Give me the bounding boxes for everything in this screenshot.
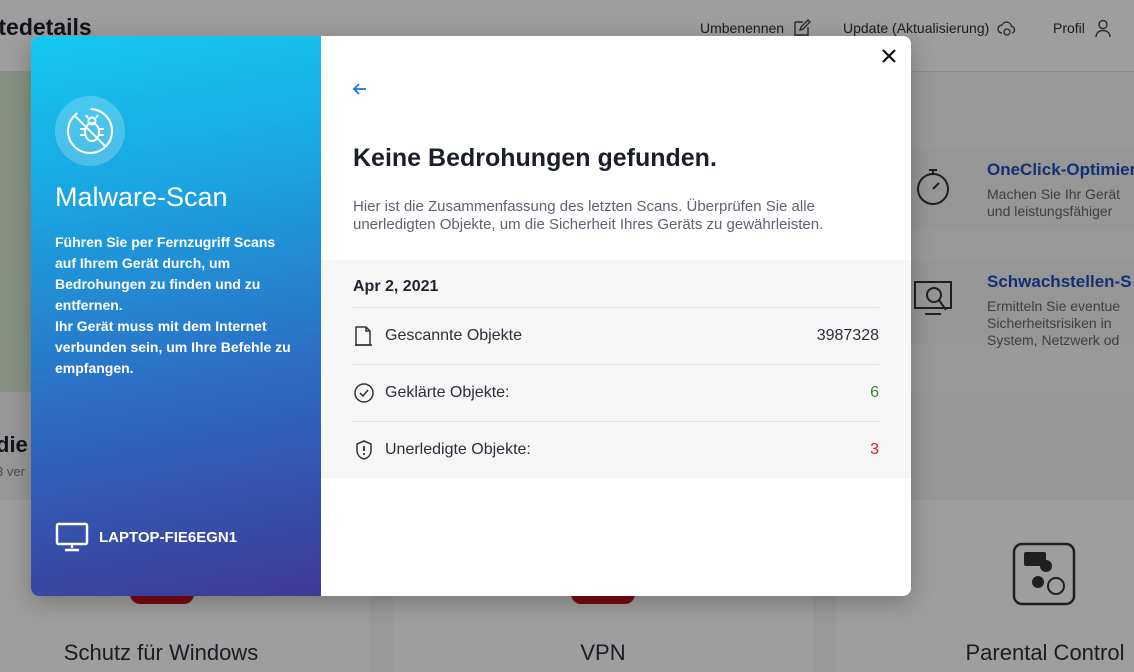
close-button[interactable] <box>877 44 901 68</box>
close-icon <box>882 49 896 63</box>
device-name: LAPTOP-FIE6EGN1 <box>99 528 238 546</box>
summary-row-scanned: Gescannte Objekte 3987328 <box>353 307 879 364</box>
back-button[interactable] <box>349 78 371 100</box>
scan-summary: Apr 2, 2021 Gescannte Objekte 3987328 Ge… <box>321 260 911 478</box>
summary-row-resolved: Geklärte Objekte: 6 <box>353 364 879 421</box>
summary-row-pending[interactable]: Unerledigte Objekte: 3 <box>353 421 879 478</box>
dialog-sidebar: Malware-Scan Führen Sie per Fernzugriff … <box>31 36 321 596</box>
monitor-icon <box>55 522 89 552</box>
malware-scan-dialog: Malware-Scan Führen Sie per Fernzugriff … <box>31 36 911 596</box>
sidebar-paragraph-1: Führen Sie per Fernzugriff Scans auf Ihr… <box>55 234 276 313</box>
summary-label: Unerledigte Objekte: <box>385 441 531 458</box>
summary-label: Gescannte Objekte <box>385 327 522 344</box>
sidebar-paragraph-2: Ihr Gerät muss mit dem Internet verbunde… <box>55 318 291 376</box>
summary-value: 3 <box>870 441 879 458</box>
summary-value: 3987328 <box>816 327 879 344</box>
dialog-content: Keine Bedrohungen gefunden. Hier ist die… <box>321 36 911 596</box>
scan-date: Apr 2, 2021 <box>353 278 439 295</box>
result-heading: Keine Bedrohungen gefunden. <box>353 144 717 172</box>
shield-alert-icon <box>353 439 375 461</box>
document-icon <box>353 325 375 347</box>
sidebar-title: Malware-Scan <box>55 182 228 212</box>
device-info: LAPTOP-FIE6EGN1 <box>55 522 237 552</box>
result-description: Hier ist die Zusammenfassung des letzten… <box>353 198 824 233</box>
summary-label: Geklärte Objekte: <box>385 384 510 401</box>
check-circle-icon <box>353 382 375 404</box>
bug-scan-icon <box>55 96 125 166</box>
arrow-left-icon <box>352 83 366 95</box>
summary-value: 6 <box>870 384 879 401</box>
